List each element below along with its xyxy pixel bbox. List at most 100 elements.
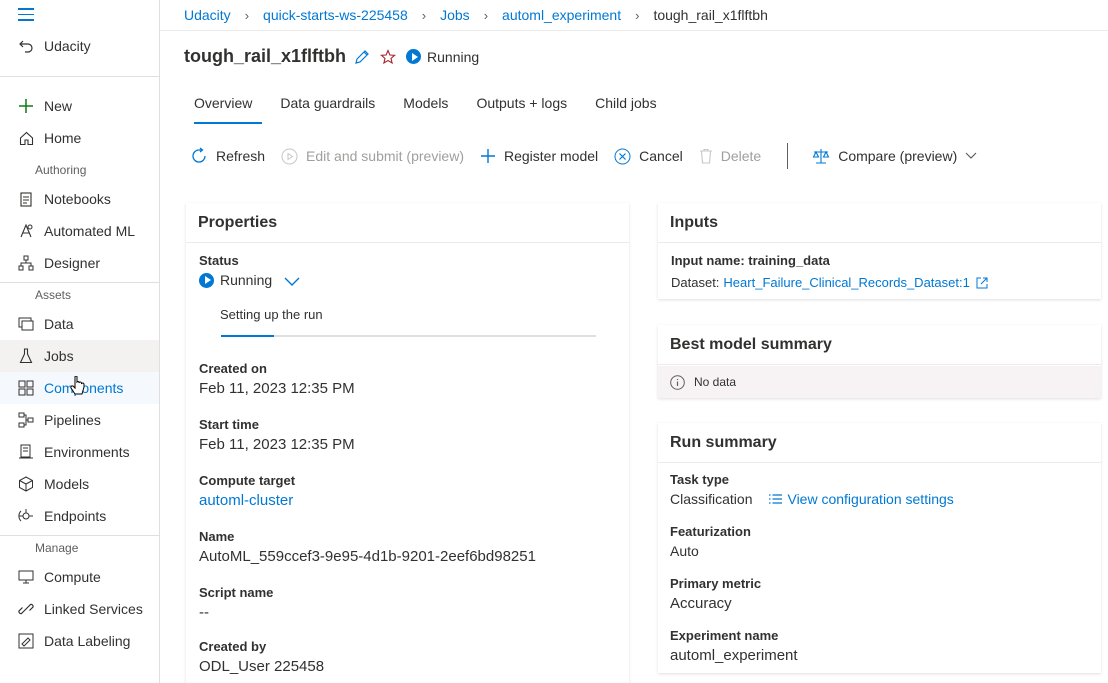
cancel-label: Cancel [639,148,683,164]
properties-card: Properties Status Running Setting up the… [186,203,629,683]
tab-data-guardrails[interactable]: Data guardrails [270,94,385,124]
breadcrumb-link-experiment[interactable]: automl_experiment [502,7,621,23]
sidebar-item-pipelines[interactable]: Pipelines [0,404,159,436]
chevron-right-icon: › [635,7,640,23]
notebook-icon [17,190,35,208]
breadcrumb-link-org[interactable]: Udacity [184,7,231,23]
sidebar-item-models[interactable]: Models [0,468,159,500]
sidebar-item-label: Pipelines [44,412,101,428]
name-label: Name [199,529,235,544]
featurization-label: Featurization [670,524,751,539]
chevron-down-icon[interactable] [284,277,300,287]
created-by-value: ODL_User 225458 [199,658,325,675]
delete-label: Delete [720,148,762,164]
script-name-value: -- [199,604,209,621]
divider [0,76,159,77]
divider [0,282,159,283]
task-type-label: Task type [670,472,730,487]
breadcrumb: Udacity › quick-starts-ws-225458 › Jobs … [184,6,768,24]
page-title: tough_rail_x1flftbh [184,46,347,66]
dataset-link[interactable]: Heart_Failure_Clinical_Records_Dataset:1 [723,275,969,290]
favorite-star-icon[interactable] [380,48,396,65]
progress-bar [221,335,596,337]
edit-submit-button[interactable]: Edit and submit (preview) [281,148,464,165]
automated-ml-icon [17,222,35,240]
pipelines-icon [17,411,35,429]
sidebar-item-home[interactable]: Home [0,122,159,154]
delete-button[interactable]: Delete [699,148,761,164]
refresh-button[interactable]: Refresh [190,147,265,165]
tab-overview[interactable]: Overview [184,94,263,124]
tab-models[interactable]: Models [393,94,458,124]
dataset-row: Dataset: Heart_Failure_Clinical_Records_… [671,275,988,290]
sidebar-item-automated-ml[interactable]: Automated ML [0,215,159,247]
created-on-value: Feb 11, 2023 12:35 PM [199,380,355,397]
sidebar-item-linked-services[interactable]: Linked Services [0,593,159,625]
sidebar-item-notebooks[interactable]: Notebooks [0,183,159,215]
section-label-authoring: Authoring [35,163,87,177]
compare-label: Compare (preview) [838,148,958,164]
chevron-right-icon: › [483,7,489,23]
status-badge: Running [406,49,479,65]
chevron-right-icon: › [244,7,250,23]
compute-target-link[interactable]: automl-cluster [199,492,293,509]
sidebar-item-label: Data Labeling [44,633,131,649]
sidebar-item-label: Environments [44,444,130,460]
section-label-assets: Assets [35,288,72,302]
primary-metric-label: Primary metric [670,576,762,591]
chevron-right-icon: › [421,7,427,23]
endpoints-icon [17,507,35,525]
left-nav: Udacity New Home Authoring Notebooks Aut… [0,0,160,683]
sidebar-item-label: Linked Services [44,601,143,617]
compare-button[interactable]: Compare (preview) [812,147,977,165]
sidebar-item-new[interactable]: New [0,90,159,122]
section-label-manage: Manage [35,541,79,555]
sidebar-item-endpoints[interactable]: Endpoints [0,500,159,532]
breadcrumb-link-workspace[interactable]: quick-starts-ws-225458 [263,7,408,23]
data-icon [17,315,35,333]
edit-pencil-icon[interactable] [354,49,370,65]
best-model-card: Best model summary No data [658,325,1101,398]
plus-icon [17,97,35,115]
plus-icon [480,148,496,164]
running-icon [406,49,422,64]
view-config-link[interactable]: View configuration settings [768,491,954,507]
chevron-down-icon [965,152,977,160]
no-data-message: No data [658,366,1101,398]
running-icon [199,272,214,288]
sidebar-item-designer[interactable]: Designer [0,247,159,279]
tab-outputs-logs[interactable]: Outputs + logs [466,94,577,124]
inputs-heading: Inputs [658,203,1101,243]
sidebar-item-label: Automated ML [44,223,136,239]
info-icon [670,374,685,390]
sidebar-item-jobs[interactable]: Jobs [0,340,159,372]
breadcrumb-link-jobs[interactable]: Jobs [440,7,470,23]
register-model-button[interactable]: Register model [480,148,598,164]
script-name-label: Script name [199,585,274,600]
sidebar-item-data-labeling[interactable]: Data Labeling [0,625,159,657]
status-detail: Setting up the run [220,307,323,322]
sidebar-item-workspace-back[interactable]: Udacity [0,30,159,62]
register-model-label: Register model [503,148,599,164]
primary-metric-value: Accuracy [670,595,732,612]
breadcrumb-current: tough_rail_x1flftbh [653,7,768,23]
start-time-label: Start time [199,417,259,432]
external-link-icon[interactable] [976,277,988,289]
sidebar-item-label: Udacity [44,38,91,54]
play-circle-icon [281,148,298,165]
status-text: Running [220,272,273,288]
sidebar-item-data[interactable]: Data [0,308,159,340]
compute-icon [17,568,35,586]
tab-child-jobs[interactable]: Child jobs [585,94,666,124]
cancel-circle-icon [614,148,631,165]
cancel-button[interactable]: Cancel [614,148,683,165]
trash-icon [699,148,713,164]
sidebar-item-compute[interactable]: Compute [0,561,159,593]
hamburger-menu-icon[interactable] [18,8,36,22]
start-time-value: Feb 11, 2023 12:35 PM [199,436,355,453]
sidebar-item-label: Jobs [44,348,74,364]
view-config-label: View configuration settings [787,491,954,507]
sidebar-item-environments[interactable]: Environments [0,436,159,468]
page-header: tough_rail_x1flftbh Running [184,46,479,67]
sidebar-item-label: Home [44,130,82,146]
